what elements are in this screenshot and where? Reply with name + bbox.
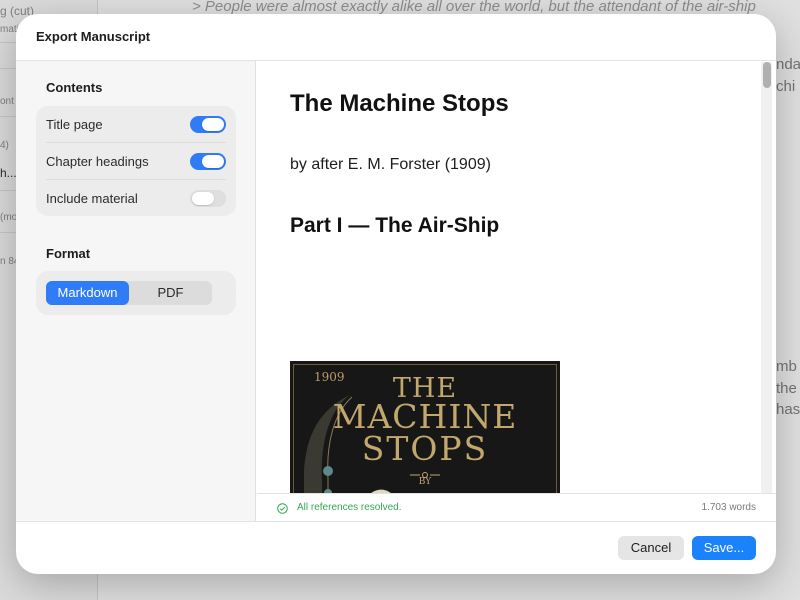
chapter-headings-toggle[interactable] bbox=[190, 153, 226, 170]
dialog-title: Export Manuscript bbox=[36, 29, 151, 44]
format-markdown-segment[interactable]: Markdown bbox=[46, 281, 129, 305]
format-section-title: Format bbox=[46, 246, 91, 261]
toggle-knob bbox=[202, 155, 224, 168]
format-segmented-control: Markdown PDF bbox=[46, 281, 212, 305]
format-options-group: Markdown PDF bbox=[36, 271, 236, 315]
status-message: All references resolved. bbox=[297, 502, 402, 513]
option-row-include-material[interactable]: Include material bbox=[36, 180, 236, 217]
contents-section-title: Contents bbox=[46, 80, 103, 95]
word-count: 1.703 words bbox=[701, 502, 756, 513]
option-label: Include material bbox=[46, 191, 138, 206]
toggle-knob bbox=[192, 192, 214, 205]
book-cover-image: 1909 THE MACHINE STOPS BY bbox=[290, 361, 560, 508]
title-page-toggle[interactable] bbox=[190, 116, 226, 133]
cancel-button[interactable]: Cancel bbox=[618, 536, 684, 560]
cover-by-label: BY bbox=[418, 477, 432, 487]
preview-part-heading: Part I — The Air-Ship bbox=[290, 214, 500, 237]
preview-byline: by after E. M. Forster (1909) bbox=[290, 156, 491, 173]
scrollbar-thumb[interactable] bbox=[763, 62, 771, 88]
cover-title-line: STOPS bbox=[361, 429, 489, 468]
settings-pane: Contents Title page Chapter headings Inc… bbox=[16, 61, 256, 521]
option-row-title-page[interactable]: Title page bbox=[36, 106, 236, 143]
status-bar: All references resolved. 1.703 words bbox=[257, 493, 776, 521]
format-pdf-segment[interactable]: PDF bbox=[129, 281, 212, 305]
option-label: Title page bbox=[46, 117, 103, 132]
preview-scrollbar[interactable] bbox=[761, 62, 772, 506]
footer-divider bbox=[16, 521, 776, 522]
option-row-chapter-headings[interactable]: Chapter headings bbox=[36, 143, 236, 180]
checkmark-circle-icon bbox=[277, 503, 288, 514]
include-material-toggle[interactable] bbox=[190, 190, 226, 207]
contents-options-group: Title page Chapter headings Include mate… bbox=[36, 106, 236, 216]
toggle-knob bbox=[202, 118, 224, 131]
preview-document-title: The Machine Stops bbox=[290, 90, 509, 117]
preview-pane[interactable]: The Machine Stops by after E. M. Forster… bbox=[257, 61, 776, 508]
option-label: Chapter headings bbox=[46, 154, 149, 169]
save-button[interactable]: Save... bbox=[692, 536, 756, 560]
export-dialog: Export Manuscript Contents Title page Ch… bbox=[16, 14, 776, 574]
